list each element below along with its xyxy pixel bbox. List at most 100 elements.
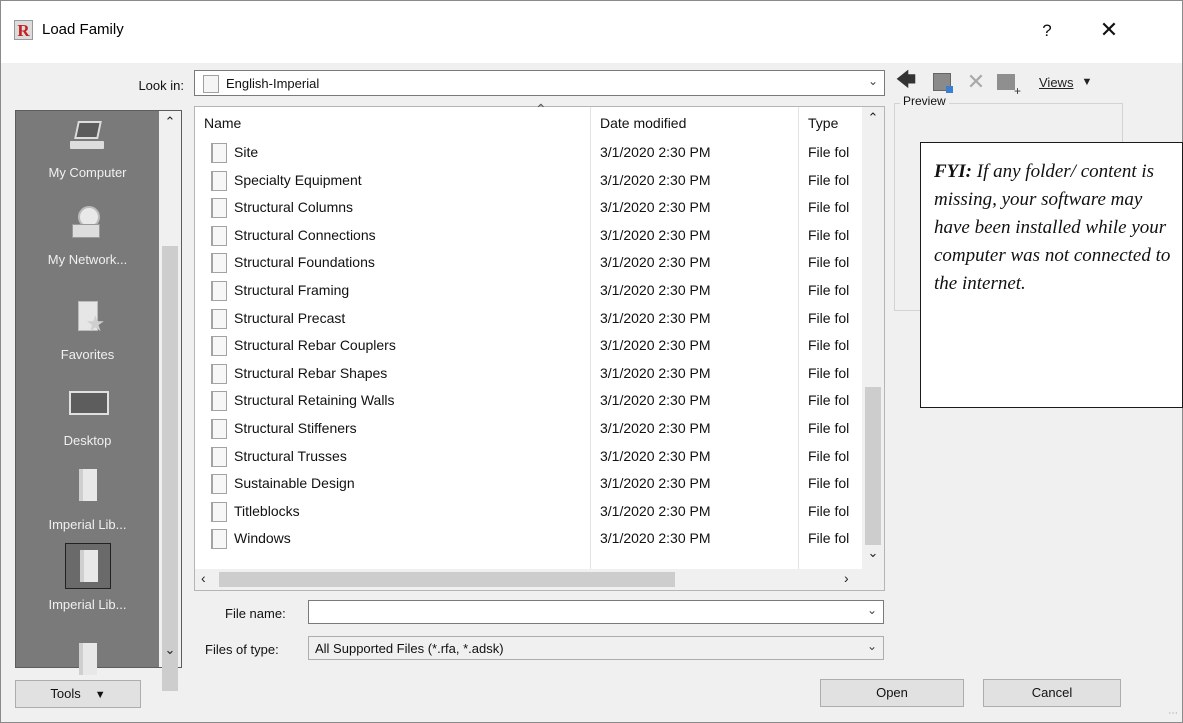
table-row[interactable]: Structural Precast 3/1/2020 2:30 PM File f… [195,306,862,333]
row-type: File fol [808,475,850,492]
chevron-down-icon[interactable]: ⌄ [867,603,877,617]
sort-ascending-icon: ⌃ [535,101,547,117]
row-type: File fol [808,364,850,381]
column-header-name[interactable]: Name [204,115,241,131]
row-date: 3/1/2020 2:30 PM [600,364,711,381]
table-row[interactable]: Site 3/1/2020 2:30 PM File fol [195,140,862,167]
help-button[interactable]: ? [1034,18,1060,44]
row-type: File fol [808,226,850,243]
scroll-corner [862,569,884,590]
file-name-input[interactable]: ⌄ [308,600,884,624]
column-header-date[interactable]: Date modified [600,115,686,131]
library-icon [64,543,111,589]
place-favorites[interactable]: ★ Favorites [16,299,159,362]
table-row[interactable]: Structural Foundations 3/1/2020 2:30 PM Fi… [195,250,862,277]
file-name-label: File name: [225,606,286,621]
row-date: 3/1/2020 2:30 PM [600,530,711,547]
back-arrow-icon[interactable]: 🡄 [892,68,920,96]
column-header-type[interactable]: Type [808,115,838,131]
table-row[interactable]: Structural Connections 3/1/2020 2:30 PM Fi… [195,223,862,250]
preview-label: Preview [900,94,949,108]
row-name: Structural Columns [234,199,354,216]
scroll-down-icon[interactable]: ⌄ [159,642,181,658]
up-folder-icon[interactable] [928,68,956,96]
tools-button[interactable]: Tools ▼ [15,680,141,708]
list-horizontal-scrollbar[interactable]: ‹ › [195,569,862,590]
row-date: 3/1/2020 2:30 PM [600,254,711,271]
folder-icon [211,336,227,357]
row-type: File fol [808,502,850,519]
row-type: File fol [808,392,850,409]
place-my-network[interactable]: My Network... [16,204,159,267]
row-name: Structural Trusses [234,447,347,464]
places-bar: ⌃ ⌄ My Computer My Network... ★ Favorite… [15,110,182,691]
table-row[interactable]: Specialty Equipment 3/1/2020 2:30 PM File … [195,168,862,195]
row-date: 3/1/2020 2:30 PM [600,502,711,519]
row-name: Specialty Equipment [234,171,362,188]
scroll-up-icon[interactable]: ⌃ [862,110,884,126]
place-label: Imperial Lib... [48,597,127,612]
place-label: My Network... [47,252,128,267]
row-type: File fol [808,309,850,326]
folder-icon [211,281,227,301]
close-button[interactable]: ✕ [1091,15,1127,45]
place-my-computer[interactable]: My Computer [16,117,159,180]
look-in-value: English-Imperial [226,76,320,91]
resize-grip-icon[interactable]: ⋯ [1168,708,1178,719]
table-row[interactable]: Structural Rebar Couplers 3/1/2020 2:30 P… [195,333,862,360]
folder-icon [211,253,227,274]
favorites-icon: ★ [68,299,108,339]
table-row[interactable]: Structural Framing 3/1/2020 2:30 PM File f… [195,278,862,305]
row-name: Structural Rebar Shapes [234,364,388,381]
chevron-down-icon: ▼ [94,689,106,701]
row-type: File fol [808,530,850,547]
place-label: Desktop [63,433,112,448]
row-type: File fol [808,144,850,160]
place-imperial-library-2[interactable]: Imperial Lib... [16,543,159,612]
file-type-dropdown[interactable]: All Supported Files (*.rfa, *.adsk) ⌄ [308,636,884,660]
row-date: 3/1/2020 2:30 PM [600,447,711,464]
desktop-icon [68,385,109,425]
places-scroll-thumb[interactable] [162,246,178,691]
callout-lead: FYI: [934,161,972,182]
folder-icon [211,170,227,191]
load-family-dialog: R Load Family ? ✕ Look in: English-Imper… [0,0,1183,723]
folder-icon [211,225,227,246]
views-menu-button[interactable]: Views ▼ [1029,68,1121,96]
row-date: 3/1/2020 2:30 PM [600,475,711,492]
table-row[interactable]: Structural Retaining Walls 3/1/2020 2:30 … [195,388,862,415]
look-in-dropdown[interactable]: English-Imperial ⌄ [194,70,885,96]
scroll-left-icon[interactable]: ‹ [201,570,206,586]
cancel-button[interactable]: Cancel [983,679,1121,707]
chevron-down-icon: ▼ [1081,76,1093,88]
folder-icon [211,308,227,329]
row-date: 3/1/2020 2:30 PM [600,226,711,243]
scroll-down-icon[interactable]: ⌄ [862,545,884,561]
vertical-scroll-thumb[interactable] [865,387,881,545]
table-row[interactable]: Structural Stiffeners 3/1/2020 2:30 PM Fil… [195,416,862,443]
scroll-up-icon[interactable]: ⌃ [159,114,181,130]
scroll-right-icon[interactable]: › [844,570,849,586]
file-type-label: Files of type: [205,642,279,657]
row-type: File fol [808,447,850,464]
folder-icon [211,143,227,163]
delete-icon[interactable]: ✕ [963,68,989,96]
row-name: Site [234,144,259,160]
table-row[interactable]: Structural Columns 3/1/2020 2:30 PM File f… [195,195,862,222]
table-row[interactable]: Titleblocks 3/1/2020 2:30 PM File fol [195,499,862,526]
list-vertical-scrollbar[interactable]: ⌃ ⌄ [862,107,884,569]
row-name: Sustainable Design [234,475,355,492]
table-row[interactable]: Structural Rebar Shapes 3/1/2020 2:30 PM F… [195,361,862,388]
row-name: Titleblocks [234,502,300,519]
table-row[interactable]: Structural Trusses 3/1/2020 2:30 PM File f… [195,444,862,471]
row-name: Structural Rebar Couplers [234,337,396,354]
table-row[interactable]: Sustainable Design 3/1/2020 2:30 PM File f… [195,471,862,498]
place-desktop[interactable]: Desktop [16,385,159,448]
horizontal-scroll-thumb[interactable] [219,572,675,587]
title-bar: R Load Family ? ✕ [1,1,1182,63]
new-folder-icon[interactable] [992,68,1021,98]
place-imperial-library-1[interactable]: Imperial Lib... [16,469,159,532]
table-row[interactable]: Windows 3/1/2020 2:30 PM File fol [195,526,862,553]
row-date: 3/1/2020 2:30 PM [600,309,711,326]
open-button[interactable]: Open [820,679,964,707]
